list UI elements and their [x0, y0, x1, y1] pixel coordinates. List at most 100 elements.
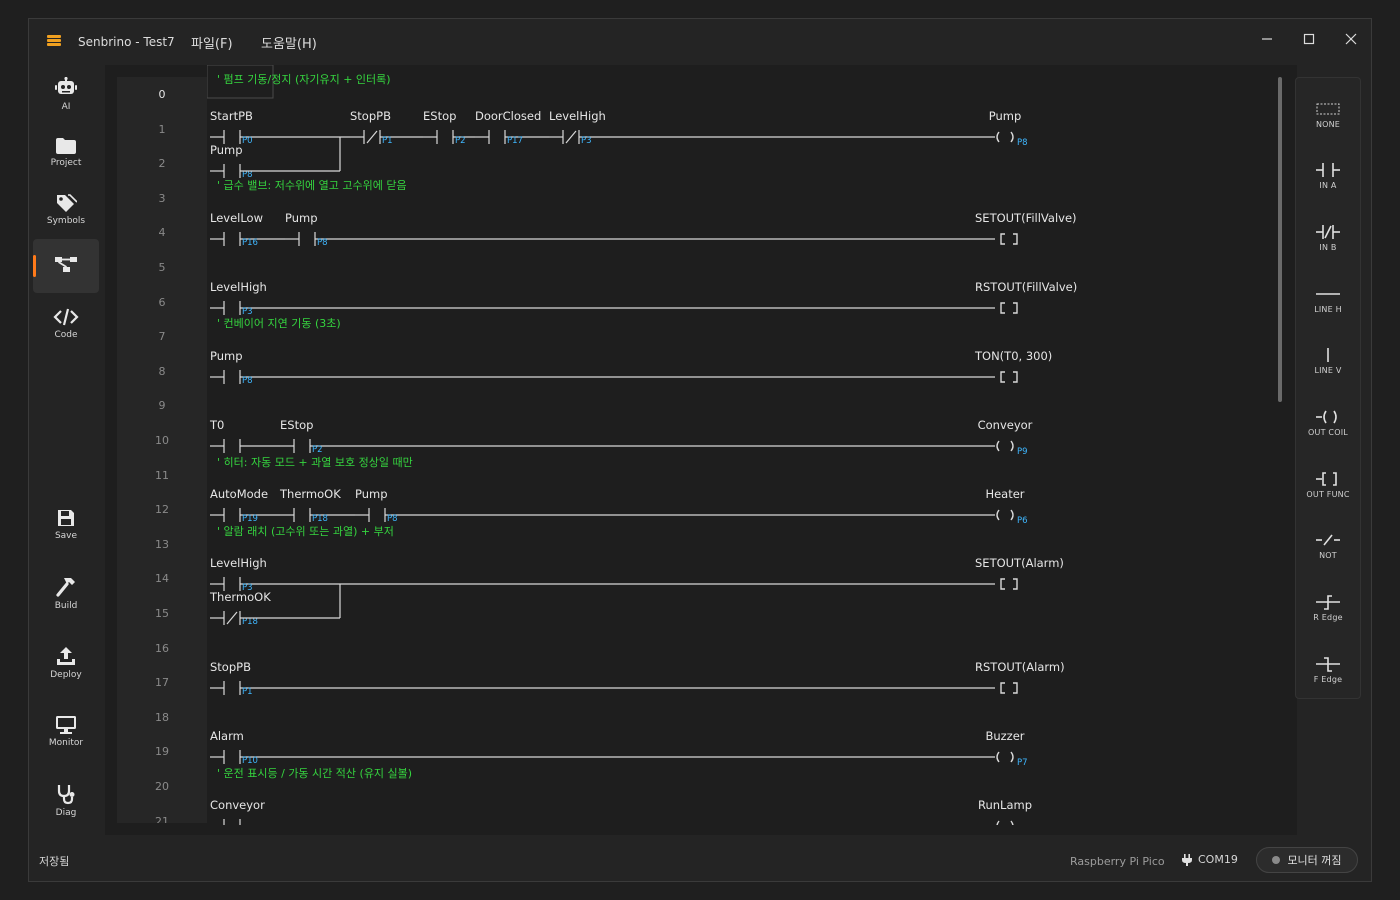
contact-label: LevelHigh — [210, 556, 267, 570]
title-bar: Senbrino - Test7 파일(F) 도움말(H) — [29, 19, 1371, 63]
port-selector[interactable]: COM19 — [1182, 853, 1238, 866]
palette-out-func[interactable]: OUT FUNC — [1296, 460, 1360, 508]
output-address: P7 — [1017, 758, 1028, 768]
contact-label: DoorClosed — [475, 109, 541, 123]
contact-address: P3 — [242, 307, 253, 317]
palette-in-b[interactable]: IN B — [1296, 213, 1360, 261]
palette-f-edge[interactable]: F Edge — [1296, 645, 1360, 693]
menu-file[interactable]: 파일(F) — [189, 33, 235, 52]
line-number: 21 — [155, 814, 169, 823]
board-name[interactable]: Raspberry Pi Pico — [1070, 855, 1165, 868]
line-number: 19 — [155, 745, 169, 759]
upload-icon — [57, 646, 75, 665]
coil-right — [1010, 131, 1014, 143]
sidebar-label-build: Build — [54, 600, 78, 611]
rung-comment: ' 운전 표시등 / 가동 시간 적산 (유지 실볼) — [217, 767, 412, 780]
contact-address: P2 — [312, 445, 323, 455]
app-window: Senbrino - Test7 파일(F) 도움말(H) AI Project… — [28, 18, 1372, 882]
hammer-icon — [56, 577, 75, 597]
app-title: Senbrino - Test7 — [78, 35, 175, 49]
palette-label: NOT — [1319, 551, 1337, 561]
sidebar-item-save[interactable]: Save — [33, 497, 99, 551]
palette-line-h[interactable]: LINE H — [1296, 275, 1360, 323]
contact-label: StartPB — [210, 109, 253, 123]
coil-icon — [1316, 410, 1337, 424]
save-status: 저장됨 — [39, 855, 70, 868]
contact-address: P8 — [317, 238, 328, 248]
sidebar-label-symbols: Symbols — [46, 215, 86, 226]
contact-label: LevelHigh — [210, 280, 267, 294]
ladder-diagram[interactable]: StartPB P0 StopPB P1 EStop P2 DoorClosed P17 Lev… — [207, 65, 1281, 825]
palette-none[interactable]: NONE — [1296, 90, 1360, 138]
sidebar-item-ladder[interactable] — [33, 239, 99, 293]
line-number: 8 — [158, 364, 166, 378]
palette-not[interactable]: NOT — [1296, 522, 1360, 570]
contact-address: P18 — [312, 514, 328, 524]
func-left — [1000, 302, 1005, 314]
sidebar-item-diag[interactable]: Diag — [33, 773, 99, 827]
contact-label: Conveyor — [210, 798, 265, 812]
func-left — [1000, 233, 1005, 245]
contact-address: P16 — [242, 238, 258, 248]
output-label: SETOUT(Alarm) — [975, 556, 1064, 570]
contact-label: AutoMode — [210, 487, 268, 501]
coil-right — [1010, 440, 1014, 452]
palette-label: IN A — [1319, 181, 1337, 191]
contact-label: StopPB — [210, 660, 251, 674]
maximize-button[interactable] — [1295, 25, 1323, 53]
contact-label: Pump — [355, 487, 388, 501]
sidebar-item-project[interactable]: Project — [33, 125, 99, 179]
ladder-canvas[interactable]: StartPB P0 StopPB P1 EStop P2 DoorClosed P17 Lev… — [207, 65, 1281, 825]
coil-left — [996, 751, 1000, 763]
func-right — [1013, 578, 1018, 590]
palette-label: LINE V — [1314, 366, 1342, 376]
function-block-icon — [1316, 471, 1337, 486]
contact-label: T0 — [209, 418, 224, 432]
sidebar-item-symbols[interactable]: Symbols — [33, 182, 99, 236]
plug-icon — [1182, 853, 1192, 866]
close-button[interactable] — [1337, 25, 1365, 53]
minimize-button[interactable] — [1253, 25, 1281, 53]
line-horizontal-icon — [1316, 292, 1340, 295]
sidebar-label-monitor: Monitor — [48, 737, 84, 748]
output-label: RunLamp — [978, 798, 1032, 812]
output-label: Heater — [985, 487, 1024, 501]
robot-icon — [55, 76, 77, 94]
palette-label: NONE — [1315, 119, 1341, 129]
func-right — [1013, 233, 1018, 245]
palette-line-v[interactable]: LINE V — [1296, 337, 1360, 385]
contact-address: P10 — [242, 756, 258, 766]
contact-address: P8 — [242, 376, 253, 386]
monitor-toggle-label: 모니터 꺼짐 — [1287, 854, 1342, 867]
line-number: 11 — [155, 468, 169, 482]
sidebar: AI Project Symbols Code Save Build Deplo… — [29, 63, 105, 843]
falling-edge-icon — [1316, 656, 1340, 672]
palette-out-coil[interactable]: OUT COIL — [1296, 399, 1360, 447]
sidebar-item-monitor[interactable]: Monitor — [33, 704, 99, 758]
sidebar-item-code[interactable]: Code — [33, 296, 99, 350]
sidebar-item-build[interactable]: Build — [33, 566, 99, 620]
contact-address: P2 — [455, 136, 466, 146]
sidebar-label-save: Save — [54, 530, 78, 541]
status-bar: 저장됨 Raspberry Pi Pico COM19 모니터 꺼짐 — [29, 843, 1371, 881]
contact-no-icon — [1316, 163, 1340, 178]
monitor-icon — [56, 715, 76, 734]
output-label: TON(T0, 300) — [974, 349, 1052, 363]
output-label: Buzzer — [985, 729, 1024, 743]
sidebar-label-project: Project — [50, 157, 82, 168]
contact-address: P1 — [382, 136, 393, 146]
sidebar-item-ai[interactable]: AI — [33, 67, 99, 121]
palette-in-a[interactable]: IN A — [1296, 152, 1360, 200]
monitor-status-dot — [1272, 856, 1281, 864]
contact-address: P8 — [387, 514, 398, 524]
line-number: 15 — [155, 607, 169, 620]
sidebar-item-deploy[interactable]: Deploy — [33, 635, 99, 689]
palette-r-edge[interactable]: R Edge — [1296, 584, 1360, 632]
menu-help[interactable]: 도움말(H) — [259, 33, 319, 52]
none-icon — [1316, 103, 1340, 114]
line-vertical-icon — [1327, 348, 1329, 363]
ladder-editor: 0 1 2 3 4 5 6 7 8 9 10 11 12 13 14 15 16 17 18 19 20 21 Start… — [105, 65, 1297, 835]
monitor-toggle[interactable]: 모니터 꺼짐 — [1256, 847, 1358, 873]
func-right — [1013, 682, 1018, 694]
editor-scrollbar[interactable] — [1278, 77, 1282, 402]
